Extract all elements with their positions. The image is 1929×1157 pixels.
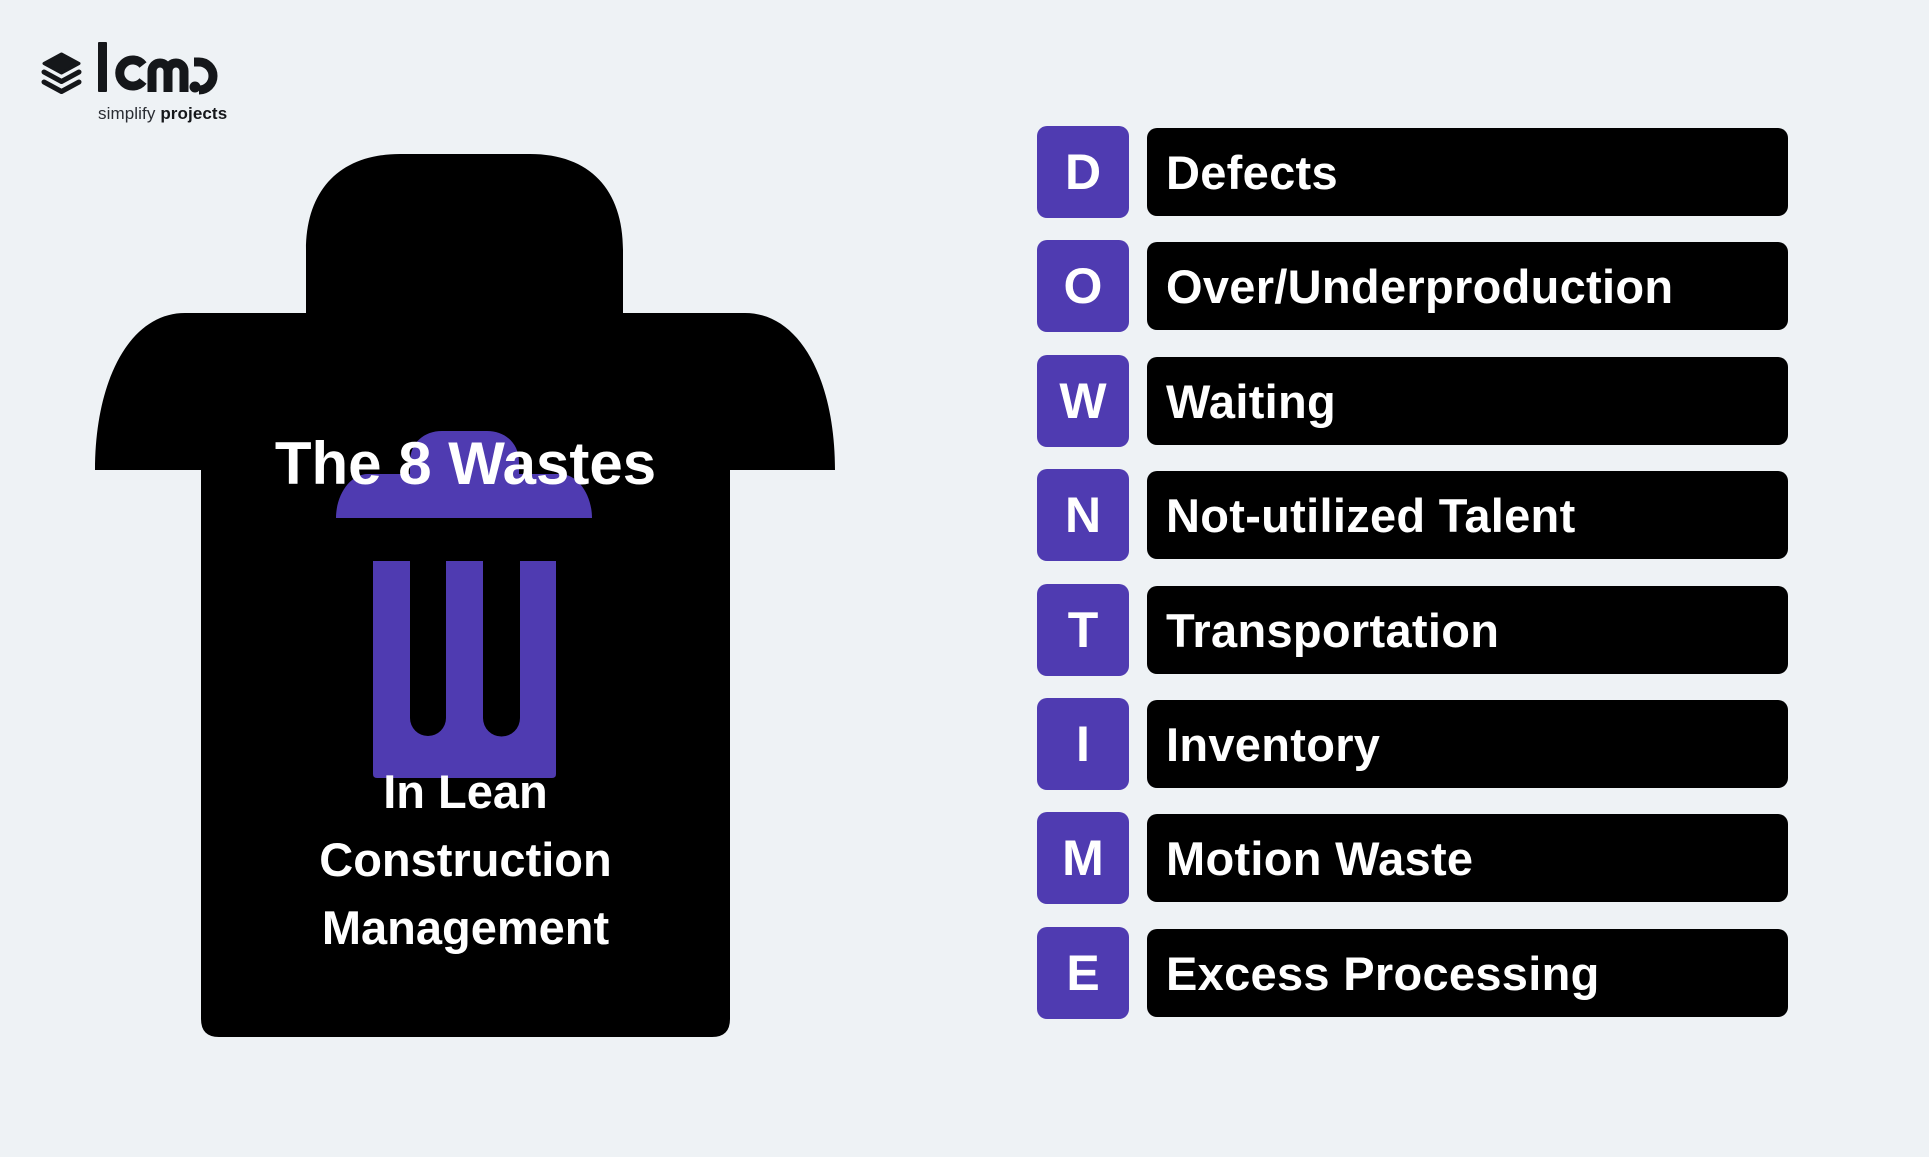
waste-row-transportation: T Transportation <box>1037 584 1788 676</box>
waste-row-inventory: I Inventory <box>1037 698 1788 790</box>
waste-row-defects: D Defects <box>1037 126 1788 218</box>
waste-letter-tile: M <box>1037 812 1129 904</box>
waste-label: Not-utilized Talent <box>1147 471 1788 559</box>
waste-letter-tile: E <box>1037 927 1129 1019</box>
waste-letter-tile: N <box>1037 469 1129 561</box>
bin-subtitle-line: In Lean <box>383 765 548 818</box>
waste-label: Waiting <box>1147 357 1788 445</box>
bin-title: The 8 Wastes <box>274 430 657 497</box>
waste-row-motion: M Motion Waste <box>1037 812 1788 904</box>
waste-label: Defects <box>1147 128 1788 216</box>
waste-letter-tile: T <box>1037 584 1129 676</box>
bin-subtitle: In Lean Construction Management <box>201 758 730 962</box>
waste-letter-tile: I <box>1037 698 1129 790</box>
waste-label: Inventory <box>1147 700 1788 788</box>
bin-subtitle-line: Construction <box>319 833 612 886</box>
waste-row-excess-processing: E Excess Processing <box>1037 927 1788 1019</box>
waste-row-waiting: W Waiting <box>1037 355 1788 447</box>
waste-row-not-utilized-talent: N Not-utilized Talent <box>1037 469 1788 561</box>
waste-label: Over/Underproduction <box>1147 242 1788 330</box>
waste-row-overproduction: O Over/Underproduction <box>1037 240 1788 332</box>
bin-subtitle-line: Management <box>321 901 610 954</box>
waste-label: Transportation <box>1147 586 1788 674</box>
waste-bin-graphic <box>95 154 835 1037</box>
waste-letter-tile: D <box>1037 126 1129 218</box>
waste-letter-tile: O <box>1037 240 1129 332</box>
waste-letter-tile: W <box>1037 355 1129 447</box>
waste-label: Excess Processing <box>1147 929 1788 1017</box>
waste-label: Motion Waste <box>1147 814 1788 902</box>
